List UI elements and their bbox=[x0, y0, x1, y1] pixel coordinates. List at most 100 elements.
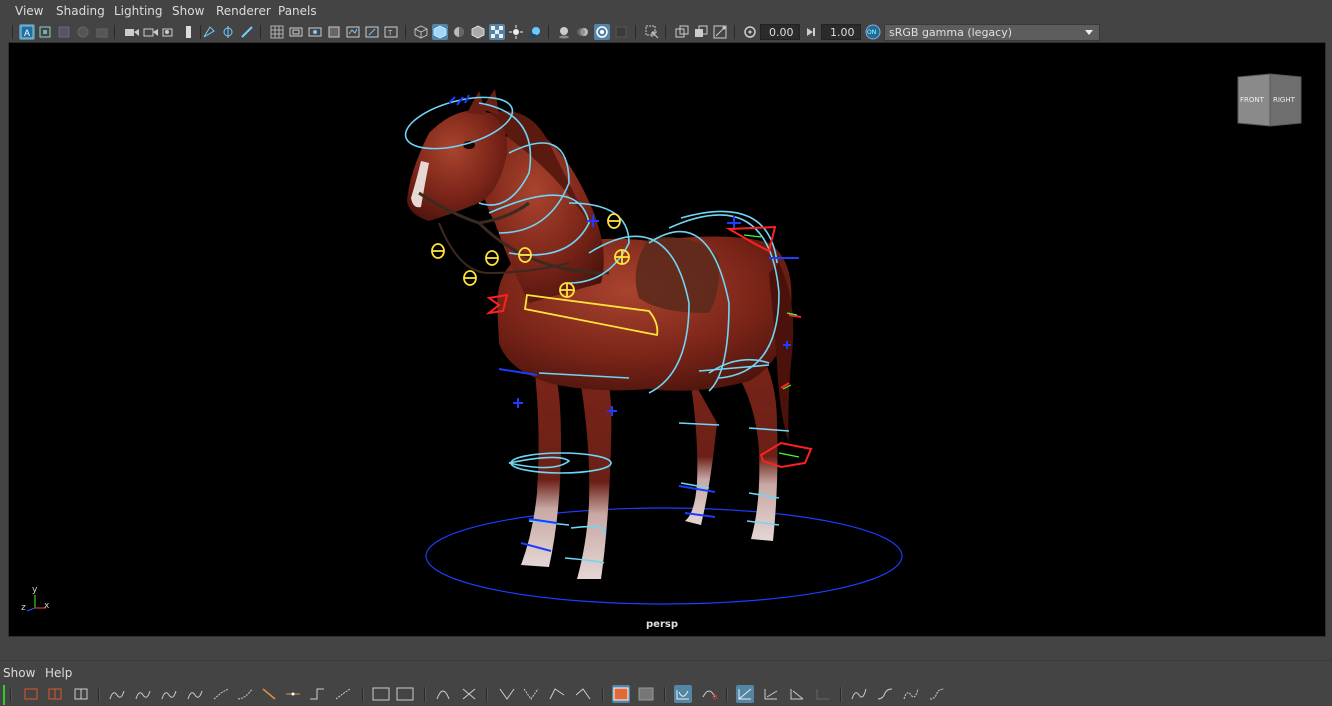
curve-tangent-icon[interactable] bbox=[212, 685, 230, 703]
select-region-icon[interactable] bbox=[22, 685, 40, 703]
break-tangents-icon[interactable] bbox=[372, 685, 390, 703]
root-control-circle[interactable] bbox=[425, 507, 903, 605]
toolbar-separator bbox=[664, 687, 666, 702]
toolbar-separator bbox=[405, 25, 406, 39]
curve-flat-icon[interactable] bbox=[236, 685, 254, 703]
video-camera-icon[interactable] bbox=[124, 24, 140, 40]
smooth-shade-icon[interactable] bbox=[432, 24, 448, 40]
snap-values-icon[interactable] bbox=[574, 685, 592, 703]
swap-buffer-curve-icon[interactable] bbox=[522, 685, 540, 703]
buffer-curve-snapshot-icon[interactable] bbox=[498, 685, 516, 703]
default-material-icon[interactable] bbox=[451, 24, 467, 40]
exposure-field[interactable]: 0.00 bbox=[760, 24, 800, 40]
grid-icon[interactable] bbox=[269, 24, 285, 40]
depth-of-field-icon[interactable] bbox=[613, 24, 629, 40]
grease-pencil-icon[interactable] bbox=[201, 24, 217, 40]
view-cube-front-face[interactable]: FRONT bbox=[1240, 96, 1264, 104]
key-stats-e-icon[interactable] bbox=[134, 685, 152, 703]
menu-lighting[interactable]: Lighting bbox=[114, 4, 163, 18]
normalize-curves-icon[interactable] bbox=[700, 685, 718, 703]
curve-spline-icon[interactable] bbox=[334, 685, 352, 703]
view-cube-right-face[interactable]: RIGHT bbox=[1273, 96, 1295, 104]
retime-tool-icon[interactable] bbox=[762, 685, 780, 703]
motion-blur-icon[interactable] bbox=[575, 24, 591, 40]
wireframe-icon[interactable] bbox=[413, 24, 429, 40]
screen-space-ao-icon[interactable] bbox=[556, 24, 572, 40]
isolate-select-icon[interactable] bbox=[644, 24, 660, 40]
unify-tangents-icon[interactable] bbox=[396, 685, 414, 703]
resolution-gate-icon[interactable] bbox=[307, 24, 323, 40]
film-gate-mask-icon[interactable] bbox=[288, 24, 304, 40]
use-all-lights-icon[interactable] bbox=[508, 24, 524, 40]
menu-show[interactable]: Show bbox=[172, 4, 204, 18]
menu-shading[interactable]: Shading bbox=[56, 4, 105, 18]
bookmark-icon[interactable] bbox=[56, 24, 72, 40]
gate-mask-icon[interactable] bbox=[326, 24, 342, 40]
auto-frame-icon[interactable] bbox=[612, 685, 630, 703]
field-chart-icon[interactable] bbox=[345, 24, 361, 40]
channel-box-sync-icon[interactable] bbox=[814, 685, 832, 703]
camera-lock-icon[interactable] bbox=[143, 24, 159, 40]
pre-infinity-offset-icon[interactable] bbox=[876, 685, 894, 703]
axis-x-label: x bbox=[44, 601, 50, 611]
menu-help[interactable]: Help bbox=[45, 666, 72, 680]
view-cube[interactable]: FRONT RIGHT bbox=[1237, 73, 1303, 127]
image-plane-icon[interactable] bbox=[75, 24, 91, 40]
paint-brush-icon[interactable] bbox=[239, 24, 255, 40]
film-gate-icon[interactable] bbox=[181, 24, 197, 40]
snap-times-icon[interactable] bbox=[548, 685, 566, 703]
pre-infinity-cycle-icon[interactable] bbox=[850, 685, 868, 703]
anti-aliasing-icon[interactable] bbox=[594, 24, 610, 40]
2d-pan-zoom-icon[interactable] bbox=[94, 24, 110, 40]
menu-renderer[interactable]: Renderer bbox=[216, 4, 271, 18]
safe-title-icon[interactable]: T bbox=[383, 24, 399, 40]
toolbar-separator bbox=[726, 687, 728, 702]
menu-view[interactable]: View bbox=[15, 4, 43, 18]
curve-display-icon[interactable] bbox=[736, 685, 754, 703]
gamma-field[interactable]: 1.00 bbox=[821, 24, 861, 40]
key-stats-c-icon[interactable] bbox=[186, 685, 204, 703]
color-management-icon[interactable]: ON bbox=[864, 24, 882, 40]
curve-stepped-icon[interactable] bbox=[284, 685, 302, 703]
camera-settings-icon[interactable] bbox=[162, 24, 178, 40]
axis-z-label: z bbox=[21, 603, 26, 613]
xray-joints-icon[interactable] bbox=[712, 24, 728, 40]
safe-action-icon[interactable] bbox=[364, 24, 380, 40]
toolbar-separator bbox=[362, 687, 364, 702]
xray-active-components-icon[interactable] bbox=[693, 24, 709, 40]
curve-plateau-icon[interactable] bbox=[308, 685, 326, 703]
stacked-curves-icon[interactable] bbox=[674, 685, 692, 703]
menu-show-graph[interactable]: Show bbox=[3, 666, 35, 680]
svg-text:T: T bbox=[388, 30, 393, 37]
textured-icon[interactable] bbox=[489, 24, 505, 40]
active-panel-indicator bbox=[3, 685, 5, 705]
timeline-sync-icon[interactable] bbox=[788, 685, 806, 703]
gamma-icon[interactable] bbox=[803, 24, 819, 40]
color-management-badge: ON bbox=[867, 29, 877, 36]
move-pivot-icon[interactable] bbox=[220, 24, 236, 40]
graph-editor-toolbar bbox=[0, 683, 1332, 706]
perspective-viewport[interactable]: y x z FRONT RIGHT persp bbox=[8, 42, 1326, 637]
wireframe-on-shaded-icon[interactable] bbox=[470, 24, 486, 40]
color-space-dropdown[interactable]: sRGB gamma (legacy) bbox=[884, 24, 1100, 41]
camera-attributes-icon[interactable] bbox=[37, 24, 53, 40]
select-camera-icon[interactable]: A bbox=[19, 24, 35, 40]
camera-name-label: persp bbox=[646, 619, 678, 630]
lattice-deform-icon[interactable] bbox=[72, 685, 90, 703]
toolbar-separator bbox=[635, 25, 636, 39]
shadows-icon[interactable] bbox=[527, 24, 543, 40]
key-stats-m-icon[interactable] bbox=[160, 685, 178, 703]
curve-linear-icon[interactable] bbox=[260, 685, 278, 703]
panel-toolbar: A T 0.00 1.00 ON sRGB gamma (legacy) bbox=[0, 22, 1332, 42]
insert-keys-icon[interactable] bbox=[46, 685, 64, 703]
menu-panels[interactable]: Panels bbox=[278, 4, 317, 18]
xray-icon[interactable] bbox=[674, 24, 690, 40]
axis-y-label: y bbox=[32, 585, 38, 595]
exposure-icon[interactable] bbox=[742, 24, 758, 40]
key-stats-a-icon[interactable] bbox=[108, 685, 126, 703]
lock-tangent-weight-icon[interactable] bbox=[434, 685, 452, 703]
frame-playback-icon[interactable] bbox=[637, 685, 655, 703]
free-tangent-weight-icon[interactable] bbox=[460, 685, 478, 703]
post-infinity-cycle-icon[interactable] bbox=[902, 685, 920, 703]
post-infinity-offset-icon[interactable] bbox=[928, 685, 946, 703]
